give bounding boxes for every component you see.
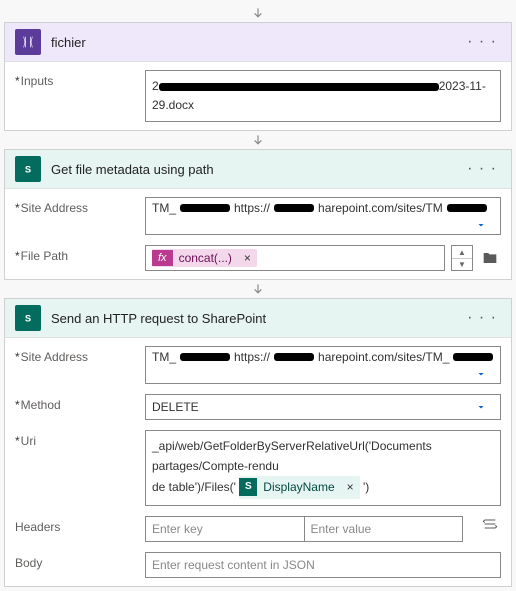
inputs-field[interactable]: 22023-11-29.docx (145, 70, 501, 122)
remove-chip-icon[interactable]: × (238, 251, 257, 265)
sharepoint-icon: S (15, 156, 41, 182)
method-row: *Method DELETE (5, 392, 511, 428)
card-header[interactable]: S Get file metadata using path · · · (5, 150, 511, 189)
dynamic-content-chip[interactable]: S DisplayName × (239, 476, 359, 499)
body-field[interactable]: Enter request content in JSON (145, 552, 501, 578)
remove-chip-icon[interactable]: × (341, 478, 360, 497)
body-label: Body (15, 552, 135, 570)
site-address-row: *Site Address TM_ https:// harepoint.com… (5, 189, 511, 243)
file-path-field[interactable]: fx concat(...) × (145, 245, 445, 271)
header-value-field[interactable]: Enter value (304, 516, 464, 542)
uri-label: *Uri (15, 430, 135, 448)
flow-arrow-icon (4, 6, 512, 20)
body-row: Body Enter request content in JSON (5, 550, 511, 586)
stepper-control[interactable]: ▲ ▼ (451, 245, 473, 271)
sharepoint-icon: S (15, 305, 41, 331)
card-title: Send an HTTP request to SharePoint (51, 311, 453, 326)
method-field[interactable]: DELETE (145, 394, 501, 420)
site-address-label: *Site Address (15, 197, 135, 215)
site-address-label: *Site Address (15, 346, 135, 364)
action-card-http-request: S Send an HTTP request to SharePoint · ·… (4, 298, 512, 587)
redacted-text (180, 204, 230, 212)
redacted-text (180, 353, 230, 361)
headers-row: Headers Enter key Enter value (5, 514, 511, 550)
card-menu-button[interactable]: · · · (463, 309, 501, 327)
file-path-row: *File Path fx concat(...) × ▲ ▼ (5, 243, 511, 279)
method-label: *Method (15, 394, 135, 412)
card-header[interactable]: fichier · · · (5, 23, 511, 62)
data-operation-icon (15, 29, 41, 55)
header-key-field[interactable]: Enter key (145, 516, 304, 542)
card-header[interactable]: S Send an HTTP request to SharePoint · ·… (5, 299, 511, 338)
redacted-text (274, 204, 314, 212)
action-card-fichier: fichier · · · *Inputs 22023-11-29.docx (4, 22, 512, 131)
redacted-text (447, 204, 487, 212)
action-card-get-metadata: S Get file metadata using path · · · *Si… (4, 149, 512, 280)
stepper-down-icon[interactable]: ▼ (452, 259, 472, 271)
folder-picker-button[interactable] (479, 245, 501, 271)
edit-headers-button[interactable] (479, 516, 501, 532)
site-address-field[interactable]: TM_ https:// harepoint.com/sites/TM (145, 197, 501, 235)
inputs-label: *Inputs (15, 70, 135, 88)
flow-arrow-icon (4, 133, 512, 147)
svg-text:S: S (25, 314, 31, 324)
expression-chip[interactable]: fx concat(...) × (152, 249, 257, 267)
svg-text:S: S (25, 165, 31, 175)
redacted-text (453, 353, 493, 361)
card-menu-button[interactable]: · · · (463, 33, 501, 51)
uri-row: *Uri _api/web/GetFolderByServerRelativeU… (5, 428, 511, 514)
fx-icon: fx (152, 250, 173, 266)
card-title: fichier (51, 35, 453, 50)
card-menu-button[interactable]: · · · (463, 160, 501, 178)
uri-field[interactable]: _api/web/GetFolderByServerRelativeUrl('D… (145, 430, 501, 506)
inputs-row: *Inputs 22023-11-29.docx (5, 62, 511, 130)
redacted-text (274, 353, 314, 361)
site-address-field[interactable]: TM_ https:// harepoint.com/sites/TM_ (145, 346, 501, 384)
flow-arrow-icon (4, 282, 512, 296)
redacted-text (159, 83, 439, 91)
sharepoint-icon: S (239, 478, 257, 496)
site-address-row: *Site Address TM_ https:// harepoint.com… (5, 338, 511, 392)
chevron-down-icon[interactable] (468, 401, 494, 413)
headers-label: Headers (15, 516, 135, 534)
chevron-down-icon[interactable] (468, 368, 494, 380)
stepper-up-icon[interactable]: ▲ (452, 246, 472, 259)
file-path-label: *File Path (15, 245, 135, 263)
chevron-down-icon[interactable] (468, 219, 494, 231)
card-title: Get file metadata using path (51, 162, 453, 177)
